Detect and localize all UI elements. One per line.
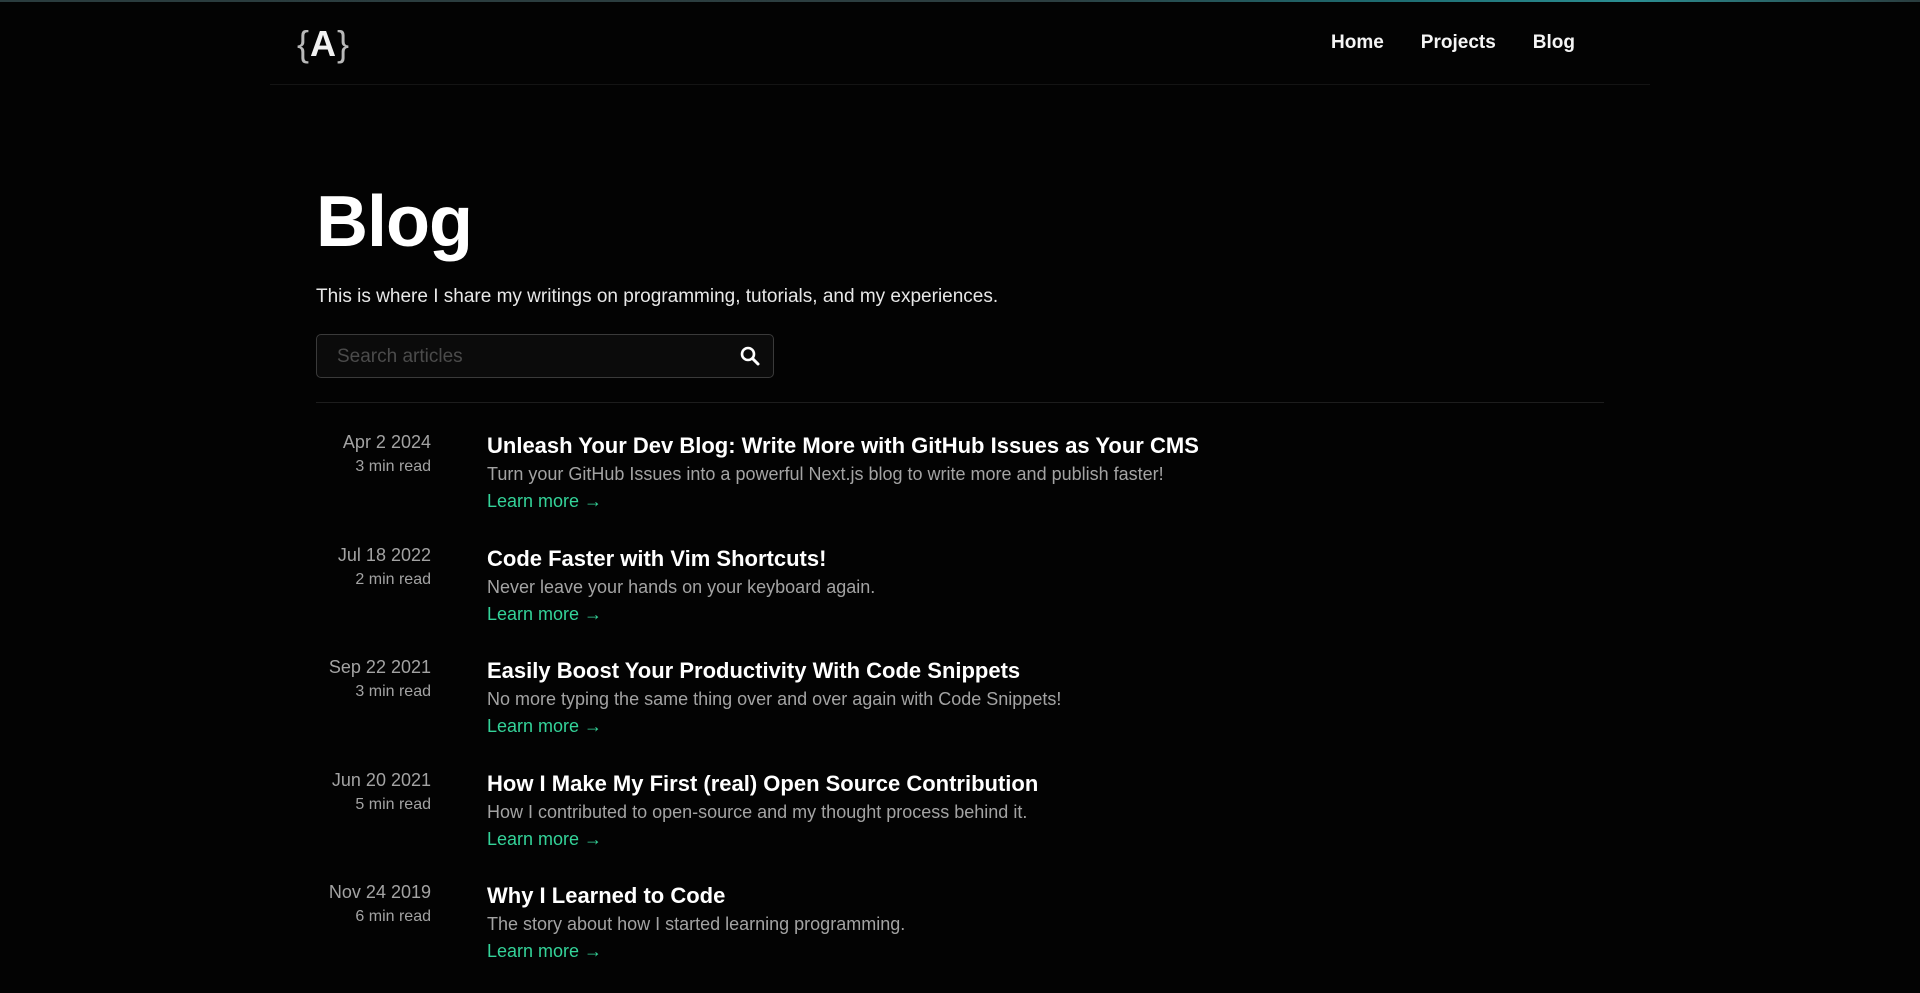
post-description: The story about how I started learning p… — [487, 914, 906, 934]
page-title: Blog — [316, 182, 473, 262]
post-read-time: 2 min read — [355, 570, 431, 588]
content-divider — [316, 402, 1604, 403]
post-date: Nov 24 2019 — [328, 882, 431, 902]
post-date: Jul 18 2022 — [337, 544, 431, 565]
post-description: How I contributed to open-source and my … — [487, 801, 1028, 822]
learn-more-link[interactable]: Learn more → — [487, 937, 602, 965]
post-body: Unleash Your Dev Blog: Write More with G… — [487, 430, 1587, 515]
post-read-time: 3 min read — [355, 458, 431, 475]
nav-blog-link[interactable]: Blog — [1533, 32, 1575, 54]
nav-home-link[interactable]: Home — [1331, 32, 1384, 54]
post-description: Turn your GitHub Issues into a powerful … — [487, 464, 1164, 484]
search-input[interactable] — [335, 335, 719, 379]
post-item: Nov 24 2019 6 min read Why I Learned to … — [316, 880, 1604, 993]
page-subtitle: This is where I share my writings on pro… — [316, 286, 999, 307]
post-description: No more typing the same thing over and o… — [487, 689, 1062, 709]
post-date: Jun 20 2021 — [331, 769, 431, 790]
post-meta: Jun 20 2021 5 min read — [316, 768, 431, 816]
post-read-time: 6 min read — [355, 908, 431, 925]
learn-more-link[interactable]: Learn more → — [487, 600, 602, 628]
learn-more-link[interactable]: Learn more → — [487, 825, 602, 853]
post-body: How I Make My First (real) Open Source C… — [487, 768, 1587, 853]
post-read-time: 3 min read — [355, 683, 431, 700]
main-nav: Home Projects Blog — [1331, 32, 1575, 54]
post-meta: Apr 2 2024 3 min read — [316, 430, 431, 478]
post-body: Why I Learned to Code The story about ho… — [487, 880, 1587, 965]
post-read-time: 5 min read — [355, 795, 431, 813]
site-logo[interactable]: {A} — [297, 24, 350, 64]
post-title-link[interactable]: Code Faster with Vim Shortcuts! — [487, 543, 1587, 575]
post-item: Jun 20 2021 5 min read How I Make My Fir… — [316, 768, 1604, 881]
post-item: Jul 18 2022 2 min read Code Faster with … — [316, 543, 1604, 656]
post-date: Apr 2 2024 — [342, 432, 431, 452]
post-meta: Sep 22 2021 3 min read — [316, 655, 431, 703]
learn-more-link[interactable]: Learn more → — [487, 487, 602, 515]
site-header: {A} Home Projects Blog — [270, 2, 1650, 85]
post-body: Easily Boost Your Productivity With Code… — [487, 655, 1587, 740]
post-title-link[interactable]: How I Make My First (real) Open Source C… — [487, 768, 1587, 800]
post-meta: Nov 24 2019 6 min read — [316, 880, 431, 928]
post-title-link[interactable]: Why I Learned to Code — [487, 880, 1587, 912]
search-box — [316, 334, 774, 379]
post-meta: Jul 18 2022 2 min read — [316, 543, 431, 591]
post-title-link[interactable]: Unleash Your Dev Blog: Write More with G… — [487, 430, 1587, 462]
post-item: Sep 22 2021 3 min read Easily Boost Your… — [316, 655, 1604, 768]
learn-more-link[interactable]: Learn more → — [487, 712, 602, 740]
logo-letter: A — [310, 23, 338, 64]
post-date: Sep 22 2021 — [328, 657, 431, 677]
post-title-link[interactable]: Easily Boost Your Productivity With Code… — [487, 655, 1587, 687]
post-body: Code Faster with Vim Shortcuts! Never le… — [487, 543, 1587, 628]
nav-projects-link[interactable]: Projects — [1421, 32, 1496, 54]
post-item: Apr 2 2024 3 min read Unleash Your Dev B… — [316, 430, 1604, 543]
post-description: Never leave your hands on your keyboard … — [487, 576, 876, 597]
logo-brace-open: { — [297, 23, 311, 64]
post-list: Apr 2 2024 3 min read Unleash Your Dev B… — [316, 430, 1604, 993]
logo-brace-close: } — [337, 23, 351, 64]
search-icon[interactable] — [739, 345, 761, 367]
